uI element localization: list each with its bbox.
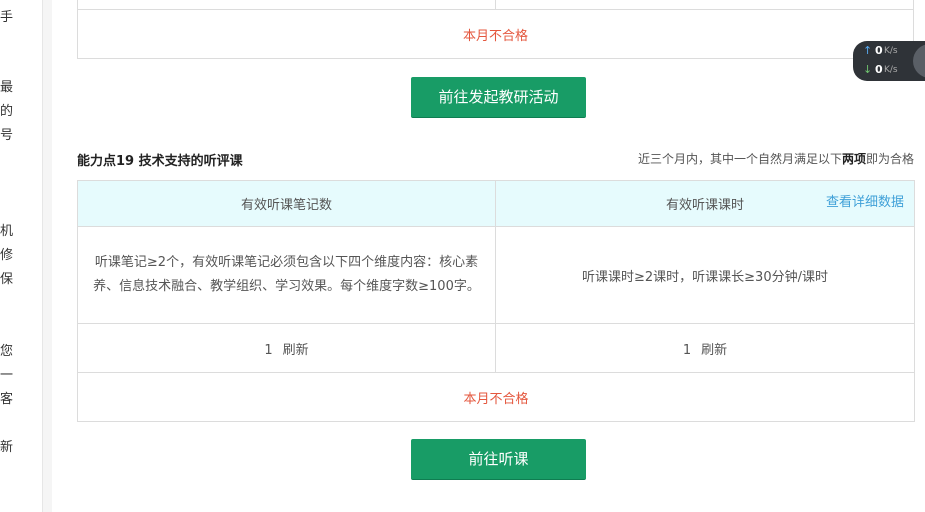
sidebar-text: 最 xyxy=(0,80,14,95)
upload-arrow-icon: ↑ xyxy=(863,44,873,57)
count-value: 1 xyxy=(682,342,692,358)
sidebar-text: 新 xyxy=(0,440,14,455)
widget-ball-icon[interactable] xyxy=(913,44,925,78)
requirement-notes: 听课笔记≥2个，有效听课笔记必须包含以下四个维度内容：核心素养、信息技术融合、教… xyxy=(77,226,496,324)
sidebar-text: 手 xyxy=(0,10,14,25)
sidebar-text: 修 xyxy=(0,248,14,263)
status-cell: 本月不合格 xyxy=(77,372,915,422)
header-note-count: 有效听课笔记数 xyxy=(77,180,496,227)
count-cell-hours: 1 刷新 xyxy=(495,323,915,373)
sidebar-text: 您 xyxy=(0,344,14,359)
upload-unit: K/s xyxy=(884,46,898,56)
section-title: 能力点19 技术支持的听评课 xyxy=(77,154,243,169)
refresh-link[interactable]: 刷新 xyxy=(701,343,727,358)
sidebar-text: 保 xyxy=(0,272,14,287)
header-lesson-hours: 有效听课课时 查看详细数据 xyxy=(495,180,915,227)
requirement-hours: 听课课时≥2课时，听课课长≥30分钟/课时 xyxy=(495,226,915,324)
listening-requirement-table: 有效听课笔记数 有效听课课时 查看详细数据 听课笔记≥2个，有效听课笔记必须包含… xyxy=(77,180,915,422)
sidebar-text: 的 xyxy=(0,104,14,119)
status-text: 本月不合格 xyxy=(463,391,529,407)
network-speed-widget[interactable]: ↑ 0 K/s ↓ 0 K/s xyxy=(853,41,925,81)
table-cell xyxy=(77,0,496,10)
left-sidebar-fragment: 手 最 的 号 机 修 保 您 一 客 新 xyxy=(0,0,43,512)
sidebar-text: 机 xyxy=(0,224,14,239)
table-cell xyxy=(495,0,914,10)
note-bold: 两项 xyxy=(841,152,866,166)
header-lesson-hours-label: 有效听课课时 xyxy=(665,198,744,213)
sidebar-text: 客 xyxy=(0,392,14,407)
note-suffix: 即为合格 xyxy=(865,152,914,166)
main-content: 本月不合格 前往发起教研活动 能力点19 技术支持的听评课 近三个月内，其中一个… xyxy=(52,0,925,512)
upload-speed: 0 xyxy=(875,44,883,57)
status-text: 本月不合格 xyxy=(462,28,528,44)
count-value: 1 xyxy=(264,342,273,358)
count-cell-notes: 1 刷新 xyxy=(77,323,496,373)
note-prefix: 近三个月内，其中一个自然月满足以下 xyxy=(637,152,842,166)
view-detail-link[interactable]: 查看详细数据 xyxy=(826,181,904,225)
previous-requirement-table: 本月不合格 xyxy=(77,0,914,59)
refresh-link[interactable]: 刷新 xyxy=(283,343,309,358)
section-note: 近三个月内，其中一个自然月满足以下两项即为合格 xyxy=(638,150,914,167)
download-speed: 0 xyxy=(875,63,883,76)
status-cell: 本月不合格 xyxy=(77,9,914,59)
download-arrow-icon: ↓ xyxy=(863,63,873,76)
sidebar-text: 一 xyxy=(0,368,14,383)
go-listen-button[interactable]: 前往听课 xyxy=(411,439,586,480)
start-research-activity-button[interactable]: 前往发起教研活动 xyxy=(411,77,586,118)
download-unit: K/s xyxy=(884,65,898,75)
sidebar-text: 号 xyxy=(0,128,14,143)
